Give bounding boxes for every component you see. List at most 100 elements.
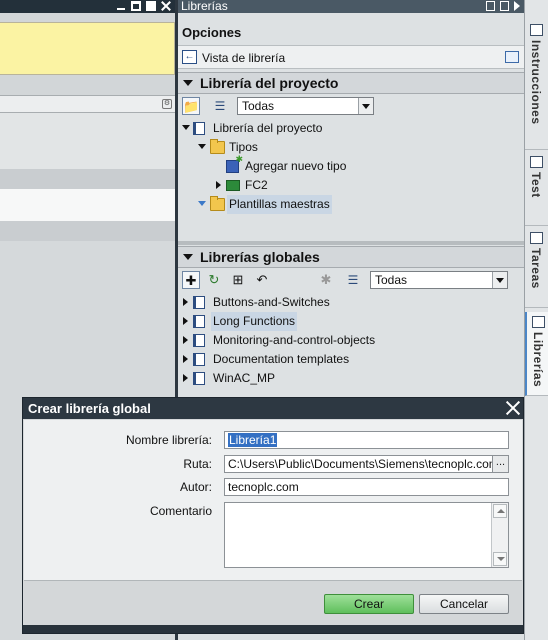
tree-item-global-library[interactable]: Documentation templates — [178, 350, 524, 369]
library-name-input[interactable]: Librería1 — [224, 431, 509, 449]
editor-table-header: ⚙ — [0, 95, 175, 113]
close-icon[interactable] — [161, 1, 171, 11]
tab-test[interactable]: Test — [525, 152, 548, 226]
tree-item-add-new-type[interactable]: Agregar nuevo tipo — [178, 155, 524, 176]
instructions-icon — [530, 24, 543, 36]
chevron-down-icon[interactable] — [492, 272, 507, 288]
path-input[interactable]: C:\Users\Public\Documents\Siemens\tecnop… — [224, 455, 509, 473]
tree-item-label: Tipos — [229, 140, 258, 154]
author-label: Autor: — [179, 480, 212, 494]
expand-icon[interactable] — [183, 298, 188, 306]
panel-title: Librerías — [178, 0, 524, 13]
tree-item-label: Plantillas maestras — [227, 195, 332, 214]
chevron-down-icon[interactable] — [358, 98, 373, 114]
scroll-up-icon[interactable] — [493, 504, 507, 518]
scroll-down-icon[interactable] — [493, 552, 507, 566]
global-libraries-tree: Buttons-and-Switches Long Functions Moni… — [178, 293, 524, 388]
dialog-titlebar[interactable]: Crear librería global — [23, 398, 523, 419]
tree-item-global-library[interactable]: Long Functions — [178, 312, 524, 331]
expand-icon[interactable] — [198, 144, 206, 149]
global-libraries-filter-select[interactable]: Todas — [370, 271, 508, 289]
tab-instructions[interactable]: Instrucciones — [525, 20, 548, 150]
path-label: Ruta: — [183, 457, 212, 471]
task-card-tabs: Instrucciones Test Tareas Librerías — [524, 0, 548, 640]
new-folder-disabled-icon: ✱ — [320, 272, 332, 287]
chevron-down-icon[interactable] — [183, 254, 193, 260]
collapse-panel-icon[interactable] — [514, 1, 520, 11]
comment-label: Comentario — [149, 504, 212, 518]
pin-panel-icon[interactable] — [500, 1, 509, 11]
expand-icon[interactable] — [183, 336, 188, 344]
comment-scrollbar[interactable] — [491, 503, 508, 567]
project-library-tree: Librería del proyecto Tipos Agregar nuev… — [178, 119, 524, 214]
editor-info-area — [0, 22, 175, 75]
tree-item-master-copies[interactable]: Plantillas maestras — [178, 195, 524, 214]
add-new-type-icon — [226, 155, 243, 173]
tab-libraries[interactable]: Librerías — [525, 312, 548, 396]
save-library-icon[interactable]: ⊞ — [229, 271, 247, 289]
library-name-label: Nombre librería: — [125, 433, 212, 447]
library-name-value: Librería1 — [228, 433, 278, 447]
project-library-filter-select[interactable]: Todas — [237, 97, 374, 115]
library-view-row[interactable]: ← Vista de librería — [178, 45, 524, 69]
new-folder-icon[interactable]: 📁 — [182, 97, 200, 115]
minimize-icon[interactable] — [116, 1, 126, 11]
table-row[interactable] — [0, 113, 175, 169]
table-row[interactable] — [0, 189, 175, 221]
tab-tasks[interactable]: Tareas — [525, 228, 548, 308]
dialog-footer: Crear Cancelar — [24, 580, 522, 625]
expand-icon[interactable] — [216, 181, 221, 189]
comment-textarea[interactable] — [224, 502, 509, 568]
section-splitter[interactable] — [178, 241, 524, 245]
tree-item-global-library[interactable]: Monitoring-and-control-objects — [178, 331, 524, 350]
tree-item-types[interactable]: Tipos — [178, 138, 524, 157]
tree-item-label: Long Functions — [211, 312, 298, 331]
tab-label: Test — [529, 172, 543, 198]
expand-icon[interactable] — [183, 374, 188, 382]
create-button[interactable]: Crear — [324, 594, 414, 614]
author-value: tecnoplc.com — [228, 480, 299, 494]
open-library-view-icon[interactable] — [505, 51, 519, 63]
dialog-title: Crear librería global — [28, 401, 151, 416]
details-view-icon[interactable]: ☰ — [344, 271, 362, 289]
tree-item-project-library[interactable]: Librería del proyecto — [178, 119, 524, 138]
tree-item-label: FC2 — [245, 178, 268, 192]
expand-icon[interactable] — [183, 355, 188, 363]
column-settings-icon[interactable]: ⚙ — [162, 99, 172, 109]
restore-icon[interactable] — [131, 1, 141, 11]
project-library-header[interactable]: Librería del proyecto — [178, 72, 524, 94]
tree-item-global-library[interactable]: Buttons-and-Switches — [178, 293, 524, 312]
create-global-library-icon[interactable]: ✚ — [182, 271, 200, 289]
expand-icon[interactable] — [183, 317, 188, 325]
close-icon[interactable] — [505, 400, 521, 416]
library-icon — [193, 353, 205, 366]
expand-icon[interactable] — [198, 201, 206, 206]
chevron-down-icon[interactable] — [183, 80, 193, 86]
dialog-bottom-edge — [23, 625, 523, 633]
library-icon — [193, 296, 205, 309]
author-input[interactable]: tecnoplc.com — [224, 478, 509, 496]
browse-button[interactable]: ... — [492, 456, 508, 472]
global-libraries-header-label: Librerías globales — [200, 249, 320, 265]
close-library-icon[interactable]: ↶ — [253, 271, 271, 289]
global-libraries-header[interactable]: Librerías globales — [178, 246, 524, 268]
tree-item-label: Documentation templates — [213, 352, 350, 366]
library-view-label[interactable]: Vista de librería — [202, 51, 285, 65]
project-library-header-label: Librería del proyecto — [200, 75, 339, 91]
cancel-button[interactable]: Cancelar — [419, 594, 509, 614]
library-view-icon[interactable]: ← — [182, 50, 197, 64]
tab-label: Librerías — [531, 332, 545, 388]
expand-icon[interactable] — [182, 125, 190, 130]
test-icon — [530, 156, 543, 168]
maximize-icon[interactable] — [146, 1, 156, 11]
open-global-library-icon[interactable]: ↻ — [205, 271, 223, 289]
dialog-body: Nombre librería: Librería1 Ruta: C:\User… — [24, 420, 522, 580]
tree-item-global-library[interactable]: WinAC_MP — [178, 369, 524, 388]
table-row[interactable] — [0, 221, 175, 241]
tree-item-fc2[interactable]: FC2 — [178, 176, 524, 195]
create-global-library-dialog: Crear librería global Nombre librería: L… — [22, 397, 524, 634]
float-panel-icon[interactable] — [486, 1, 495, 11]
tree-item-label: WinAC_MP — [213, 371, 276, 385]
details-view-icon[interactable]: ☰ — [211, 97, 229, 115]
table-row[interactable] — [0, 169, 175, 189]
